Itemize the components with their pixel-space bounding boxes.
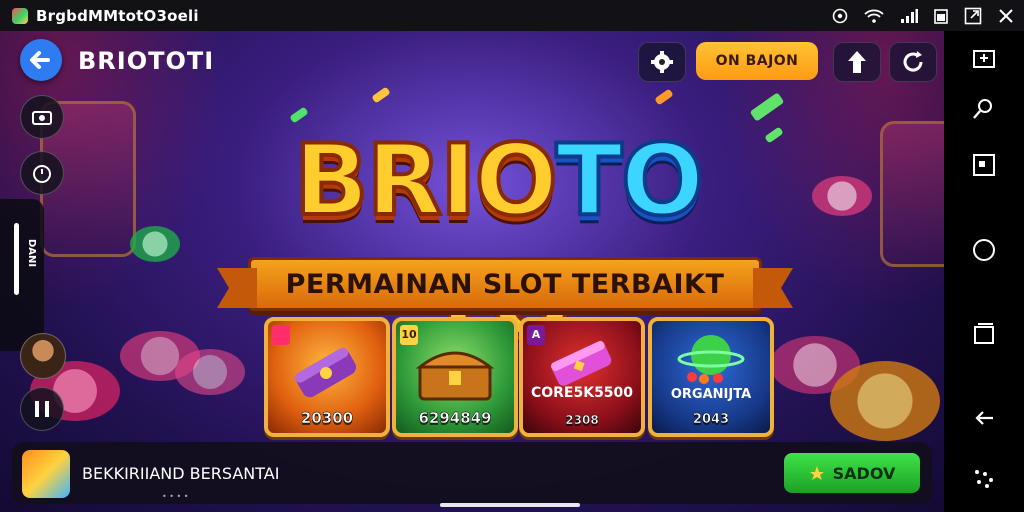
wifi-icon: [864, 9, 884, 23]
dots-grid-icon: [975, 470, 993, 488]
nav-gallery-button[interactable]: [964, 145, 1004, 185]
gallery-icon: [973, 154, 995, 176]
side-panel: DANI: [0, 199, 44, 351]
side-panel-handle[interactable]: [14, 223, 19, 295]
hand-icon: [809, 466, 824, 480]
card-value: 2308: [565, 413, 599, 428]
bottom-bar: BEKKIRIIAND BERSANTAI • • • • SADOV: [12, 442, 932, 504]
save-button-label: SADOV: [832, 463, 896, 483]
timer-icon: [33, 165, 51, 183]
pager-dots: • • • •: [162, 492, 189, 501]
nav-home-button[interactable]: [964, 230, 1004, 270]
up-arrow-icon: [848, 51, 866, 73]
casino-chip: [830, 361, 940, 441]
card-label: ORGANIJTA: [670, 387, 752, 402]
player-avatar[interactable]: [20, 333, 66, 379]
camera-icon: [32, 111, 52, 125]
search-icon: [973, 99, 992, 119]
pause-icon: [35, 401, 49, 417]
pause-button[interactable]: [20, 387, 64, 431]
side-panel-label: DANI: [26, 239, 37, 268]
timer-button[interactable]: [20, 151, 64, 195]
close-icon[interactable]: [998, 8, 1014, 24]
casino-chip: [812, 176, 872, 216]
game-card[interactable]: 10 6294849: [392, 317, 518, 437]
back-arrow-icon: [30, 51, 50, 69]
location-icon: [832, 8, 848, 24]
gear-icon: [651, 51, 673, 73]
home-circle-icon: [973, 239, 995, 261]
game-view: BRIOTOTI ON BAJON DANI BRIOTOTO: [0, 31, 944, 512]
card-value: 2043: [692, 412, 730, 428]
signal-icon: [900, 8, 918, 23]
card-label: CORE5K5500: [530, 385, 634, 401]
bottom-bar-text: BEKKIRIIAND BERSANTAI: [82, 464, 280, 483]
nav-screenshot-button[interactable]: [964, 39, 1004, 79]
screenshot-icon: [973, 50, 995, 68]
game-logo: BRIOTOTO: [237, 121, 759, 360]
window-title: BrgbdMMtotO3oeli: [36, 6, 199, 25]
casino-chip: [175, 349, 245, 395]
gem-sparkle: [654, 88, 674, 106]
nav-recents-button[interactable]: [964, 314, 1004, 354]
game-card[interactable]: ORGANIJTA 2043: [648, 317, 774, 437]
logo-part-2: TO: [554, 122, 706, 240]
tagline: PERMAINAN SLOT TERBAIKT: [285, 268, 725, 300]
logo-part-1: BRIO: [292, 122, 560, 240]
back-button[interactable]: [20, 39, 62, 81]
tagline-ribbon: PERMAINAN SLOT TERBAIKT: [217, 257, 793, 311]
camera-button[interactable]: [20, 95, 64, 139]
expand-icon[interactable]: [964, 7, 982, 25]
game-card[interactable]: A CORE5K5500 2308: [519, 317, 645, 437]
nav-search-button[interactable]: [964, 89, 1004, 129]
save-button[interactable]: SADOV: [784, 453, 920, 493]
game-thumbnail[interactable]: [22, 450, 70, 498]
card-value: 6294849: [418, 409, 492, 428]
game-card[interactable]: 20300: [264, 317, 390, 437]
nav-back-button[interactable]: [964, 393, 1004, 433]
nav-more-button[interactable]: [964, 459, 1004, 499]
status-icons: [832, 0, 1014, 31]
settings-button[interactable]: [638, 42, 686, 82]
back-icon: [975, 411, 993, 425]
battery-icon: [934, 8, 948, 24]
card-value: 20300: [300, 409, 354, 428]
app-icon: [12, 7, 28, 24]
refresh-button[interactable]: [889, 42, 937, 82]
refresh-icon: [903, 51, 923, 72]
status-bar: BrgbdMMtotO3oeli: [0, 0, 1024, 31]
bonus-button[interactable]: ON BAJON: [696, 42, 818, 80]
recents-icon: [974, 323, 994, 344]
upload-button[interactable]: [833, 42, 881, 82]
home-indicator[interactable]: [440, 503, 580, 507]
header-title: BRIOTOTI: [78, 47, 215, 75]
gem-sparkle: [371, 86, 391, 104]
nav-bar: [944, 31, 1024, 512]
app-screen: BrgbdMMtotO3oeli BRIOTOTI ON BAJON DANI …: [0, 0, 1024, 512]
casino-chip: [130, 226, 180, 262]
bg-slot-machine-right: [880, 121, 944, 267]
